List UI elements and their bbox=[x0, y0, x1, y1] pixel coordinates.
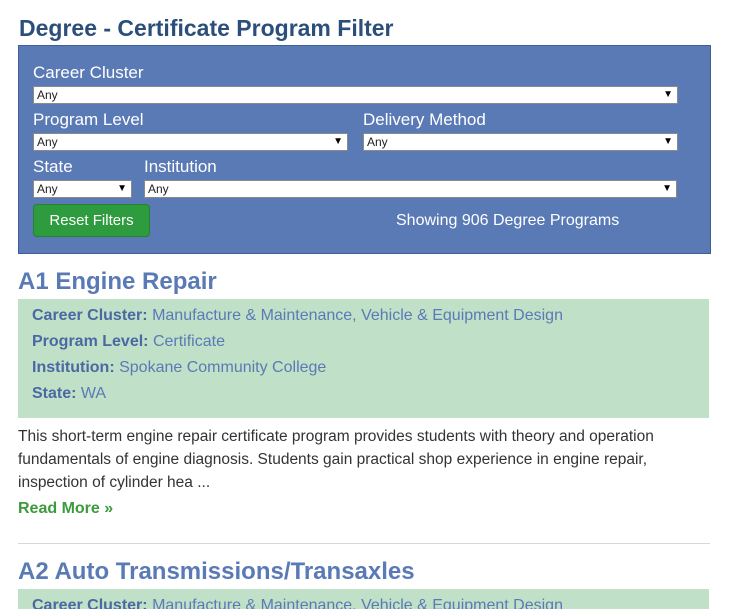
institution-text: Spokane Community College bbox=[119, 359, 327, 376]
program-meta: Career Cluster: Manufacture & Maintenanc… bbox=[18, 299, 709, 418]
program-level-key: Program Level: bbox=[32, 333, 149, 350]
program-institution: Institution: Spokane Community College bbox=[32, 358, 326, 378]
career-cluster-select[interactable]: Any ▼ bbox=[33, 86, 678, 104]
program-level: Program Level: Certificate bbox=[32, 332, 225, 352]
career-cluster-key: Career Cluster: bbox=[32, 597, 148, 609]
program-title[interactable]: A1 Engine Repair bbox=[18, 267, 217, 297]
career-cluster-label: Career Cluster bbox=[33, 63, 144, 82]
institution-select[interactable]: Any ▼ bbox=[144, 180, 677, 198]
institution-key: Institution: bbox=[32, 359, 115, 376]
read-more-link[interactable]: Read More » bbox=[18, 499, 113, 519]
institution-value: Any bbox=[148, 182, 169, 196]
program-career-cluster: Career Cluster: Manufacture & Maintenanc… bbox=[32, 306, 563, 326]
program-level-label: Program Level bbox=[33, 110, 144, 129]
career-cluster-value: Any bbox=[37, 88, 58, 102]
program-level-value: Any bbox=[37, 135, 58, 149]
reset-filters-button[interactable]: Reset Filters bbox=[33, 204, 150, 237]
results-count: Showing 906 Degree Programs bbox=[396, 212, 620, 229]
career-cluster-text: Manufacture & Maintenance, Vehicle & Equ… bbox=[152, 597, 563, 609]
state-key: State: bbox=[32, 385, 77, 402]
program-level-select[interactable]: Any ▼ bbox=[33, 133, 348, 151]
caret-down-icon: ▼ bbox=[663, 89, 673, 100]
caret-down-icon: ▼ bbox=[117, 183, 127, 194]
state-select[interactable]: Any ▼ bbox=[33, 180, 132, 198]
program-meta: Career Cluster: Manufacture & Maintenanc… bbox=[18, 589, 709, 609]
delivery-method-select[interactable]: Any ▼ bbox=[363, 133, 678, 151]
delivery-method-label: Delivery Method bbox=[363, 110, 486, 129]
career-cluster-key: Career Cluster: bbox=[32, 307, 148, 324]
page-title: Degree - Certificate Program Filter bbox=[19, 15, 394, 41]
caret-down-icon: ▼ bbox=[663, 136, 673, 147]
program-title[interactable]: A2 Auto Transmissions/Transaxles bbox=[18, 557, 415, 587]
state-value: Any bbox=[37, 182, 58, 196]
caret-down-icon: ▼ bbox=[333, 136, 343, 147]
caret-down-icon: ▼ bbox=[662, 183, 672, 194]
program-career-cluster: Career Cluster: Manufacture & Maintenanc… bbox=[32, 596, 563, 609]
career-cluster-text: Manufacture & Maintenance, Vehicle & Equ… bbox=[152, 307, 563, 324]
delivery-method-value: Any bbox=[367, 135, 388, 149]
program-state: State: WA bbox=[32, 384, 106, 404]
filter-panel: Career Cluster Any ▼ Program Level Any ▼… bbox=[18, 45, 711, 254]
state-label: State bbox=[33, 157, 73, 176]
program-description: This short-term engine repair certificat… bbox=[18, 428, 654, 491]
divider bbox=[18, 543, 710, 544]
institution-label: Institution bbox=[144, 157, 217, 176]
state-text: WA bbox=[80, 385, 107, 402]
program-level-text: Certificate bbox=[152, 333, 225, 350]
